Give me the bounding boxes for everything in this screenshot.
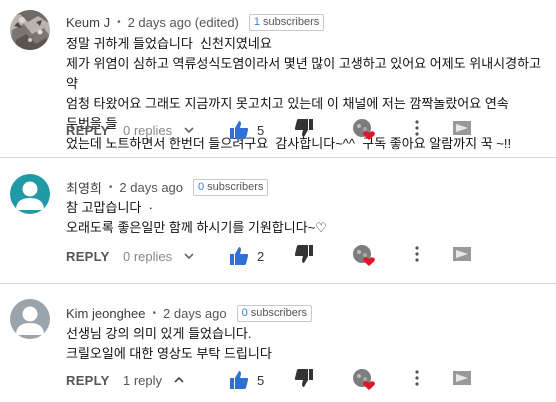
- more-vertical-icon: [415, 119, 419, 136]
- subscriber-count: 0: [198, 180, 205, 193]
- comment-body: 선생님 강의 의미 있게 들었습니다. 크릴오일에 대한 영상도 부탁 드립니다: [66, 324, 544, 364]
- author-name[interactable]: Kim jeonghee: [66, 306, 146, 321]
- author-name[interactable]: 최영희: [66, 178, 102, 197]
- author-name[interactable]: Keum J: [66, 15, 110, 30]
- like-count: 5: [257, 122, 265, 138]
- share-flag-icon: [453, 120, 471, 135]
- replies-toggle[interactable]: 0 replies: [123, 249, 194, 264]
- replies-count: 0 replies: [123, 248, 173, 264]
- comment-body: 참 고맙습니다 · 오래도록 좋은일만 함께 하시기를 기원합니다~♡: [66, 198, 544, 238]
- comment-text-line: 제가 위염이 심하고 역류성식도염이라서 몇년 많이 고생하고 있어요 어제도 …: [66, 56, 545, 91]
- like-count: 2: [257, 248, 265, 264]
- more-options-button[interactable]: [414, 119, 420, 142]
- subscriber-label: subscribers: [250, 306, 307, 319]
- dislike-button[interactable]: [294, 244, 314, 269]
- more-options-button[interactable]: [414, 245, 420, 268]
- reply-button[interactable]: REPLY: [66, 249, 110, 264]
- replies-toggle[interactable]: 0 replies: [123, 123, 194, 138]
- comment-actions: REPLY 0 replies 2: [66, 244, 546, 269]
- subscriber-badge: 1 subscribers: [248, 13, 325, 31]
- share-flag-icon: [453, 370, 471, 385]
- separator-dot: •: [117, 16, 121, 28]
- share-flag-icon: [453, 246, 471, 261]
- thumbs-down-icon: [294, 368, 313, 387]
- avatar[interactable]: [10, 174, 50, 214]
- separator-dot: •: [152, 307, 157, 319]
- comment-actions: REPLY 1 reply 5: [66, 368, 546, 393]
- thumbs-up-icon: [230, 247, 249, 265]
- like-button[interactable]: 2: [229, 246, 264, 266]
- share-button[interactable]: [452, 246, 472, 267]
- share-button[interactable]: [452, 120, 472, 141]
- comment-timestamp[interactable]: 2 days ago: [163, 306, 227, 321]
- avatar[interactable]: [10, 10, 50, 50]
- comment-text-line: 크릴오일에 대한 영상도 부탁 드립니다: [66, 346, 272, 361]
- creator-heart-icon: [353, 369, 375, 390]
- comment-header: Kim jeonghee • 2 days ago 0 subscribers: [66, 304, 312, 322]
- creator-heart-icon: [353, 119, 375, 140]
- comment-text-line: 참 고맙습니다 ·: [66, 200, 153, 215]
- comment-item: Kim jeonghee • 2 days ago 0 subscribers 선…: [0, 284, 556, 402]
- like-button[interactable]: 5: [229, 120, 264, 140]
- creator-heart-badge: [352, 368, 376, 392]
- replies-count: 0 replies: [123, 122, 173, 138]
- comment-actions: REPLY 0 replies 5: [66, 118, 546, 143]
- subscriber-count: 1: [253, 15, 261, 28]
- creator-heart-icon: [353, 245, 375, 266]
- more-vertical-icon: [415, 369, 419, 386]
- chevron-up-icon: [174, 376, 184, 383]
- replies-toggle[interactable]: 1 reply: [123, 373, 184, 388]
- separator-dot: •: [108, 181, 113, 193]
- thumbs-up-icon: [230, 121, 249, 139]
- comment-text-line: 선생님 강의 의미 있게 들었습니다.: [66, 326, 252, 341]
- creator-heart-badge: [352, 118, 376, 142]
- comment-timestamp[interactable]: 2 days ago (edited): [128, 15, 239, 30]
- subscriber-badge: 0 subscribers: [236, 304, 312, 322]
- replies-count: 1 reply: [123, 372, 163, 388]
- more-options-button[interactable]: [414, 369, 420, 392]
- chevron-down-icon: [184, 127, 194, 134]
- chevron-down-icon: [184, 253, 194, 260]
- more-vertical-icon: [415, 245, 419, 262]
- comment-header: Keum J • 2 days ago (edited) 1 subscriber…: [66, 13, 325, 31]
- subscriber-badge: 0 subscribers: [193, 178, 269, 196]
- subscriber-count: 0: [241, 306, 248, 319]
- dislike-button[interactable]: [294, 368, 314, 393]
- comment-item: 최영희 • 2 days ago 0 subscribers 참 고맙습니다 · …: [0, 158, 556, 282]
- thumbs-up-icon: [230, 371, 249, 389]
- comment-header: 최영희 • 2 days ago 0 subscribers: [66, 178, 269, 197]
- creator-heart-badge: [352, 244, 376, 268]
- comment-text-line: 오래도록 좋은일만 함께 하시기를 기원합니다~♡: [66, 220, 327, 235]
- dislike-button[interactable]: [294, 118, 314, 143]
- like-count: 5: [257, 372, 265, 388]
- comment-timestamp[interactable]: 2 days ago: [119, 180, 183, 195]
- comment-text-line: 정말 귀하게 들었습니다 신천지였네요: [66, 36, 272, 51]
- thumbs-down-icon: [294, 118, 313, 137]
- default-user-avatar: [10, 174, 50, 214]
- like-button[interactable]: 5: [229, 370, 264, 390]
- avatar[interactable]: [10, 299, 50, 339]
- subscriber-label: subscribers: [263, 15, 320, 28]
- comment-item: Keum J • 2 days ago (edited) 1 subscriber…: [0, 0, 556, 153]
- default-user-avatar: [10, 299, 50, 339]
- reply-button[interactable]: REPLY: [66, 123, 110, 138]
- subscriber-label: subscribers: [207, 180, 264, 193]
- avatar-image: [10, 10, 50, 50]
- share-button[interactable]: [452, 370, 472, 391]
- thumbs-down-icon: [294, 244, 313, 263]
- reply-button[interactable]: REPLY: [66, 373, 110, 388]
